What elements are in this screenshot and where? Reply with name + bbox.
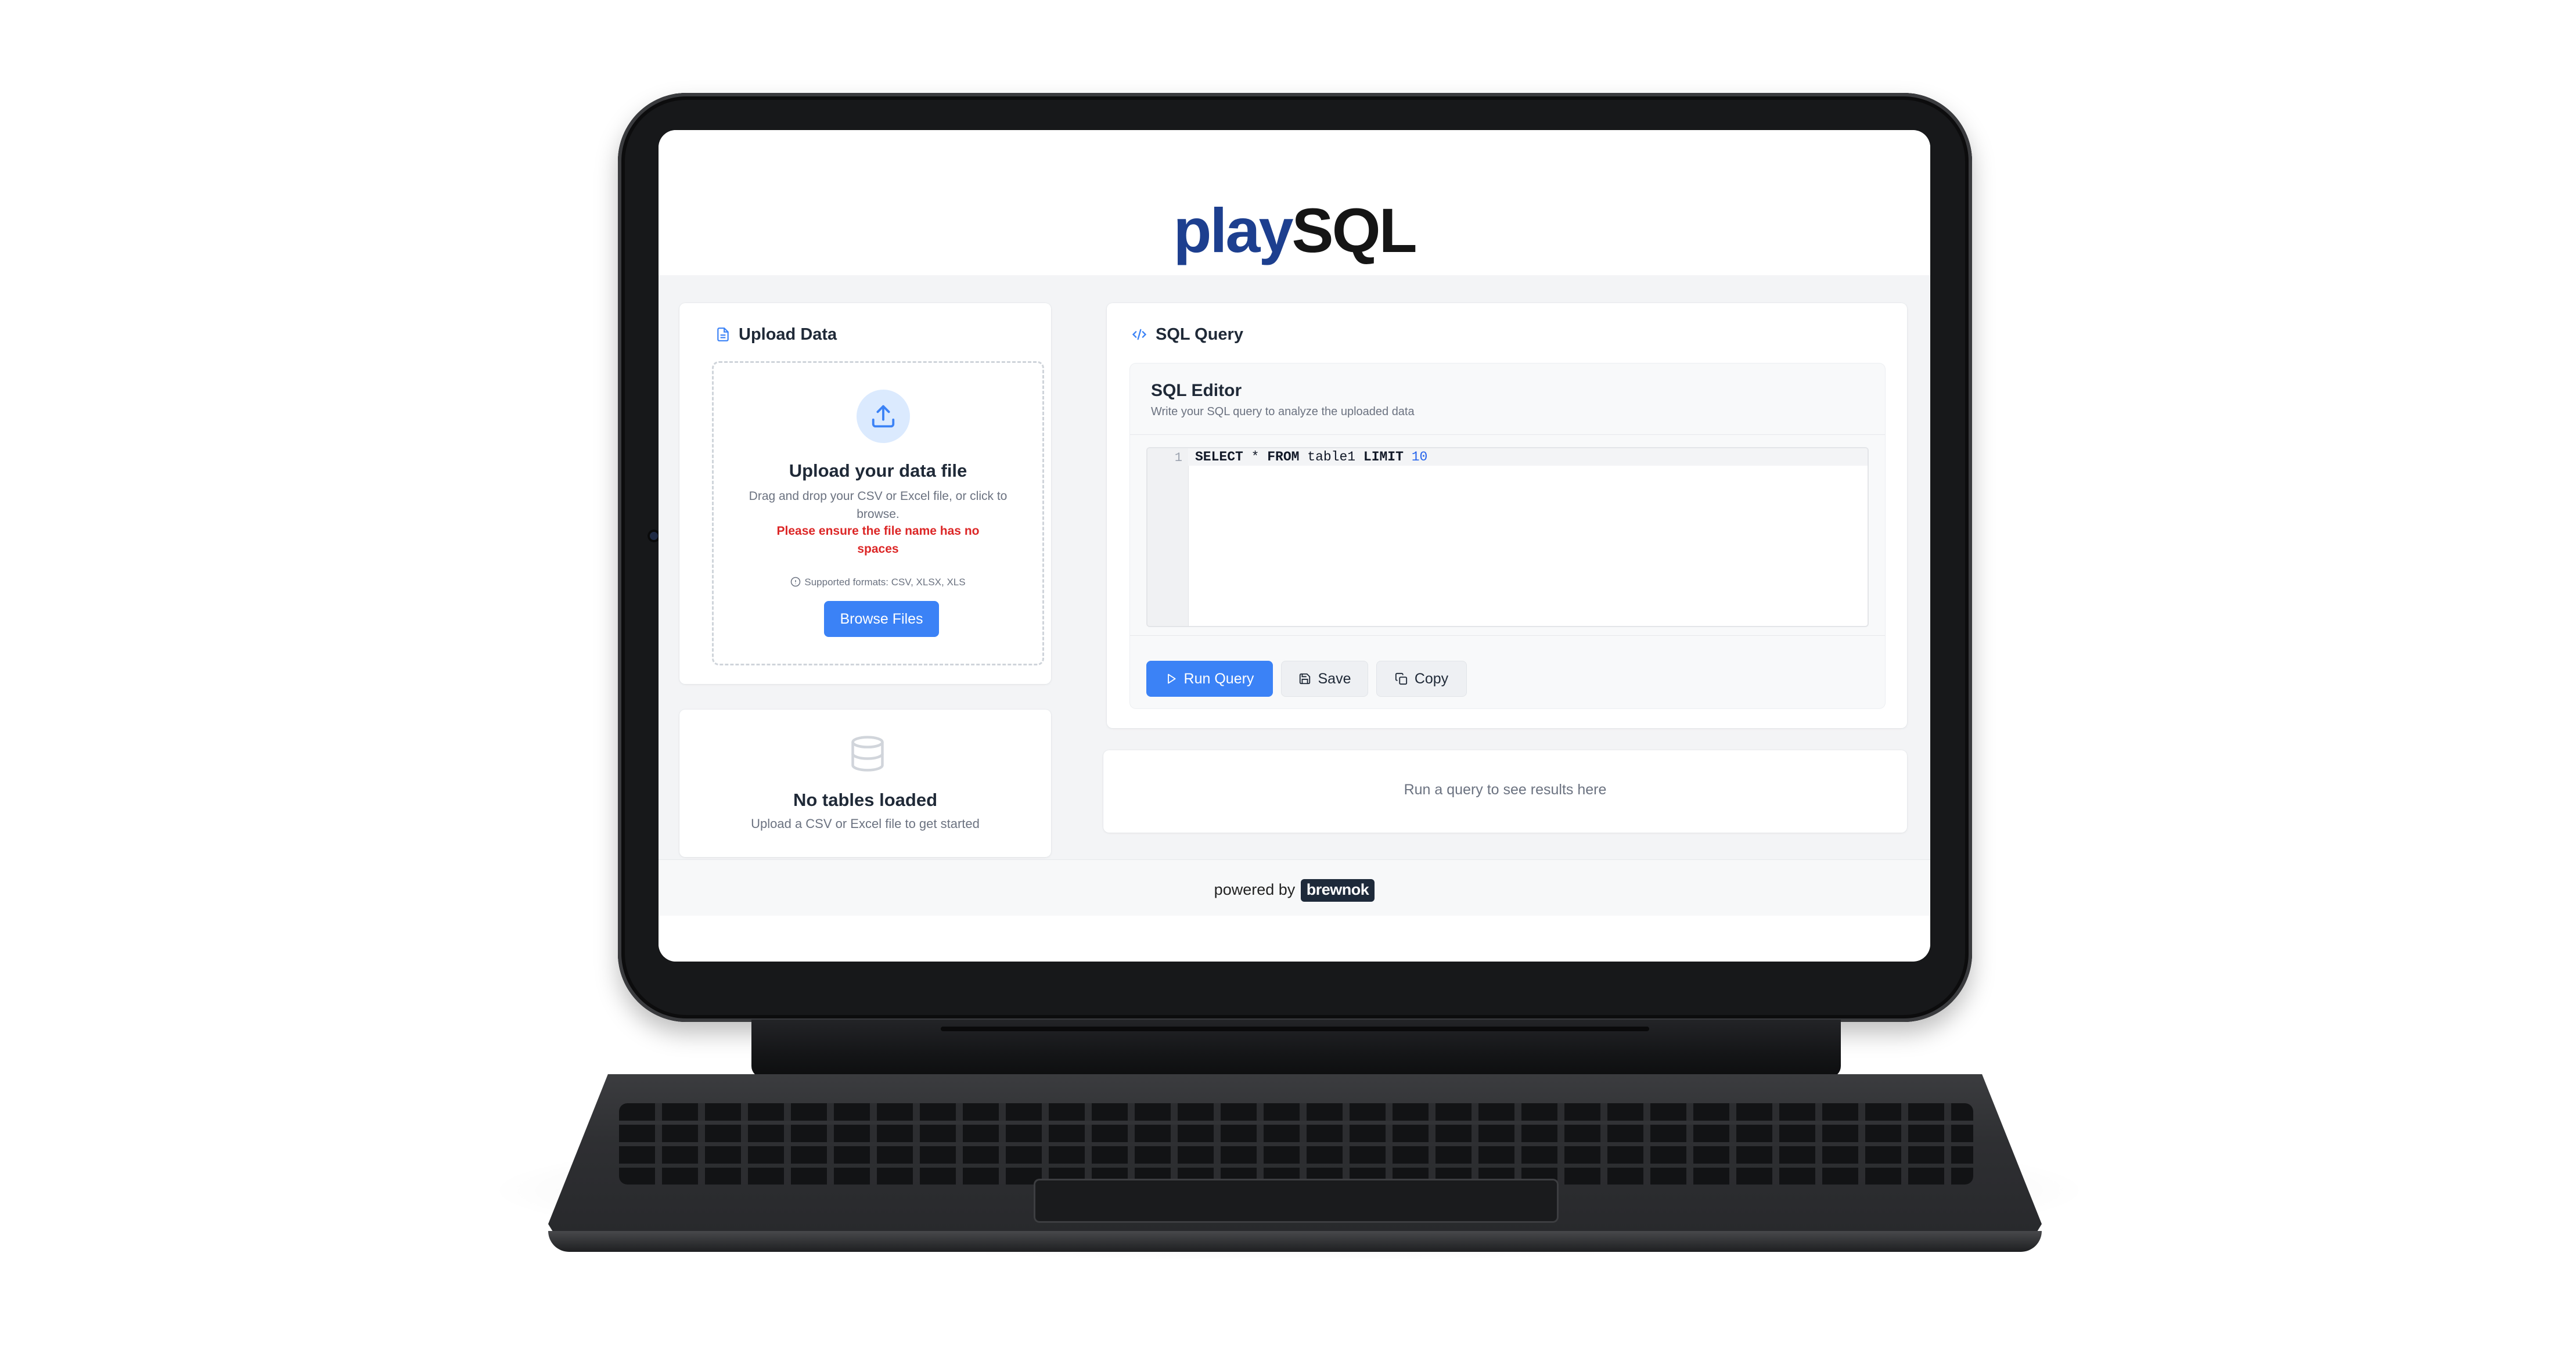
code-icon (1132, 329, 1147, 340)
upload-icon-circle (857, 390, 910, 443)
no-tables-title: No tables loaded (793, 790, 938, 810)
no-tables-subtitle: Upload a CSV or Excel file to get starte… (751, 816, 980, 831)
brand-badge[interactable]: brewnok (1300, 879, 1375, 902)
sql-query-title: SQL Query (1131, 325, 1243, 344)
results-placeholder: Run a query to see results here (1404, 782, 1607, 798)
results-card: Run a query to see results here (1103, 750, 1907, 833)
run-query-button[interactable]: Run Query (1146, 661, 1273, 697)
file-icon (717, 327, 729, 341)
sql-query-card: SQL Query SQL Editor Write your SQL quer… (1107, 303, 1907, 728)
tables-card: No tables loaded Upload a CSV or Excel f… (679, 710, 1051, 857)
app-logo[interactable]: playSQL (659, 194, 1930, 267)
run-query-label: Run Query (1183, 670, 1254, 687)
app-header: playSQL (659, 130, 1930, 276)
database-icon (851, 736, 884, 772)
code-star: * (1243, 449, 1268, 465)
powered-by: powered by brewnok (659, 879, 1930, 902)
copy-icon (1395, 672, 1407, 685)
editor-divider (1130, 635, 1885, 636)
supported-formats: Supported formats: CSV, XLSX, XLS (714, 577, 1042, 588)
sql-editor-title: SQL Editor (1151, 381, 1242, 400)
line-number: 1 (1174, 451, 1182, 465)
kw-limit: LIMIT (1363, 449, 1404, 465)
keyboard-keys (619, 1103, 1973, 1185)
browse-files-button[interactable]: Browse Files (824, 601, 939, 637)
logo-sql: SQL (1291, 195, 1417, 265)
database-icon-wrap (848, 733, 887, 777)
dropzone-description: Drag and drop your CSV or Excel file, or… (749, 489, 1008, 521)
hinge-bar (941, 1027, 1649, 1031)
sql-editor-header: SQL Editor Write your SQL query to analy… (1130, 363, 1885, 435)
sql-editor-panel: SQL Editor Write your SQL query to analy… (1130, 363, 1885, 708)
app-body: Upload Data Upload your data file Drag a… (659, 275, 1930, 859)
save-label: Save (1318, 670, 1351, 687)
powered-by-text: powered by (1214, 881, 1296, 898)
code-number: 10 (1411, 449, 1428, 465)
save-button[interactable]: Save (1281, 661, 1368, 697)
copy-label: Copy (1414, 670, 1449, 687)
copy-button[interactable]: Copy (1376, 661, 1467, 697)
upload-card: Upload Data Upload your data file Drag a… (679, 303, 1051, 684)
supported-formats-text: Supported formats: CSV, XLSX, XLS (804, 577, 966, 588)
sql-code-editor[interactable]: 1 SELECT * FROM table1 LIMIT 10 (1146, 447, 1869, 627)
trackpad (1034, 1179, 1559, 1223)
logo-play: play (1173, 195, 1293, 265)
file-dropzone[interactable]: Upload your data file Drag and drop your… (712, 361, 1044, 665)
sql-editor-subtitle: Write your SQL query to analyze the uplo… (1151, 405, 1415, 418)
keyboard-edge (548, 1231, 2042, 1252)
save-icon (1299, 673, 1310, 685)
browse-files-label: Browse Files (840, 610, 923, 627)
line-gutter: 1 (1147, 448, 1189, 626)
info-icon (791, 577, 801, 587)
sql-query-title-text: SQL Query (1156, 325, 1243, 344)
upload-card-title: Upload Data (715, 325, 837, 344)
code-line-1[interactable]: SELECT * FROM table1 LIMIT 10 (1195, 449, 1427, 465)
kw-select: SELECT (1195, 449, 1243, 465)
app-screen: playSQL Upload Data Upload your data fil… (659, 130, 1930, 962)
kw-from: FROM (1267, 449, 1300, 465)
upload-title-text: Upload Data (739, 325, 837, 344)
upload-icon (872, 405, 895, 428)
filename-warning: Please ensure the file name has no space… (776, 524, 980, 556)
code-table: table1 (1299, 449, 1363, 465)
play-icon (1167, 674, 1176, 684)
dropzone-title: Upload your data file (789, 460, 967, 481)
